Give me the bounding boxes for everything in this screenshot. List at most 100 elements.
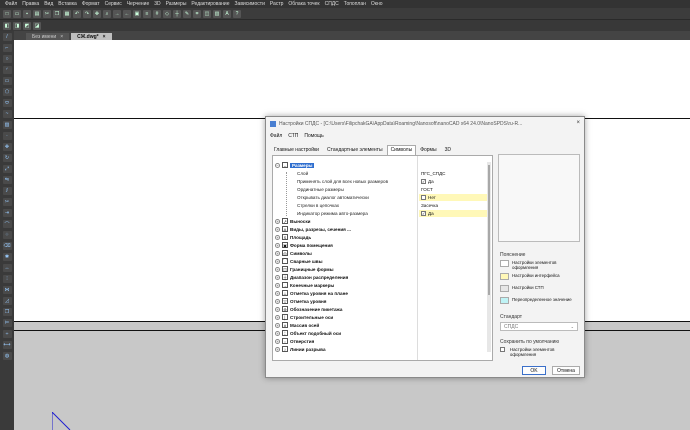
tab-symbols[interactable]: Символы [386,145,417,155]
tree-category[interactable]: + ⊕ Обозначение пикетажа [273,305,492,313]
zoom-icon[interactable]: ⌕ [103,9,111,18]
ok-button[interactable]: OK [522,366,546,375]
tab-sg-dwg[interactable]: СЖ.dwg* × [71,33,112,40]
expand-icon[interactable]: + [275,330,280,336]
property-row[interactable]: Стрелки в цепочках Засечка [273,201,492,209]
checkbox[interactable] [421,194,426,200]
spds-tool-4-icon[interactable]: ◪ [33,21,41,30]
menu-service[interactable]: Сервис [105,1,122,7]
help-icon[interactable]: ? [233,9,241,18]
tab-forms[interactable]: Формы [416,145,440,155]
expand-icon[interactable]: + [275,298,280,304]
property-row[interactable]: Открывать диалог автоматически Нет [273,193,492,201]
array-icon[interactable]: ⁘ [2,231,12,239]
chamfer-icon[interactable]: ◿ [2,297,12,305]
match-icon[interactable]: ✎ [183,9,191,18]
menu-edit[interactable]: Правка [22,1,39,7]
expand-icon[interactable]: + [275,346,280,352]
align-icon[interactable]: ⊨ [2,319,12,327]
stretch-icon[interactable]: ↔ [2,264,12,272]
tree-category[interactable]: + ≀ Линии разрыва [273,345,492,353]
tree-category[interactable]: + │ Строительные оси [273,313,492,321]
checkbox[interactable]: ✓ [421,178,426,184]
property-row[interactable]: Ординатные размеры ГОСТ [273,185,492,193]
expand-icon[interactable]: + [275,266,280,272]
menu-spds[interactable]: СПДС [325,1,339,7]
tree-category[interactable]: + # Массив осей [273,321,492,329]
layers-icon[interactable]: ≡ [143,9,151,18]
tree-category[interactable]: + ◌ Отверстия [273,337,492,345]
spds-tool-1-icon[interactable]: ◧ [3,21,11,30]
expand-icon[interactable]: + [275,234,280,240]
tree-category[interactable]: + ◫ Границные формы [273,265,492,273]
tree-category[interactable]: + ↗ Выноски [273,217,492,225]
extend-icon[interactable]: ⇥ [2,209,12,217]
tree-category[interactable]: + → Конечные маркеры [273,281,492,289]
expand-icon[interactable]: + [275,226,280,232]
dialog-menu-stp[interactable]: СТП [288,133,298,139]
arc-icon[interactable]: ◜ [2,66,12,74]
rotate-icon[interactable]: ↻ [2,154,12,162]
tree-category[interactable]: + ⊥ Отметка уровня на плане [273,289,492,297]
cut-icon[interactable]: ✂ [43,9,51,18]
menu-format[interactable]: Формат [82,1,100,7]
menu-point-clouds[interactable]: Облака точек [288,1,319,7]
expand-icon[interactable]: + [275,306,280,312]
checkbox[interactable] [500,347,505,352]
region-icon[interactable]: ◍ [2,352,12,360]
polygon-icon[interactable]: ⬠ [2,88,12,96]
expand-icon[interactable]: + [275,314,280,320]
close-icon[interactable]: × [103,34,106,40]
open-icon[interactable]: ▭ [13,9,21,18]
snap-icon[interactable]: ◇ [163,9,171,18]
tab-standard-elements[interactable]: Стандартные элементы [323,145,387,155]
redo-icon[interactable]: ↷ [83,9,91,18]
tree-category[interactable]: + ⌒ Сварные швы [273,257,492,265]
tree-category[interactable]: + ╎ Объект подобный оси [273,329,492,337]
expand-icon[interactable]: + [275,250,280,256]
save-icon[interactable]: ▪ [23,9,31,18]
spds-tool-2-icon[interactable]: ◨ [13,21,21,30]
expand-icon[interactable]: + [275,274,280,280]
property-value[interactable]: ✓ Да [419,178,489,185]
spds-tool-3-icon[interactable]: ◩ [23,21,31,30]
tree-category[interactable]: + ▣ Форма помещения [273,241,492,249]
undo-icon[interactable]: ↶ [73,9,81,18]
menu-constraints[interactable]: Зависимости [235,1,265,7]
divide-icon[interactable]: ÷ [2,330,12,338]
dialog-menu-help[interactable]: Помощь [304,133,323,139]
arrow-right-icon[interactable]: → [113,9,121,18]
new-icon[interactable]: □ [3,9,11,18]
tree-category-dimensions[interactable]: − ↔ Размеры [273,161,492,169]
move-icon[interactable]: ✥ [2,143,12,151]
tree-category[interactable]: + S Площадь [273,233,492,241]
fillet-icon[interactable]: ⌒ [2,220,12,228]
properties-icon[interactable]: ▣ [133,9,141,18]
text-icon[interactable]: A [223,9,231,18]
dialog-menu-file[interactable]: Файл [270,133,282,139]
expand-icon[interactable]: + [275,242,280,248]
tree-category[interactable]: + A Виды, разрезы, сечения ... [273,225,492,233]
tree-category[interactable]: + ◎ Символы [273,249,492,257]
spline-icon[interactable]: ~ [2,110,12,118]
expand-icon[interactable]: + [275,282,280,288]
tree-scrollbar-thumb[interactable] [488,165,490,295]
expand-icon[interactable]: + [275,322,280,328]
tree-category[interactable]: + ┼ Диапазон распределения [273,273,492,281]
hatch-icon[interactable]: ▨ [2,121,12,129]
break-icon[interactable]: ⫶ [2,275,12,283]
explode-icon[interactable]: ✱ [2,253,12,261]
mirror-icon[interactable]: ⇋ [2,176,12,184]
property-value[interactable]: Нет [419,193,489,201]
tab-3d[interactable]: 3D [441,145,455,155]
standard-select[interactable]: СПДС ⌄ [500,322,578,331]
checkbox[interactable]: ✓ [421,210,426,216]
property-row[interactable]: Индикатор режима авто-размера ✓ Да [273,209,492,217]
offset-icon[interactable]: ⫽ [2,187,12,195]
polyline-icon[interactable]: ⌐ [2,44,12,52]
table-icon[interactable]: ▥ [213,9,221,18]
ortho-icon[interactable]: ┼ [173,9,181,18]
erase-icon[interactable]: ⌫ [2,242,12,250]
circle-icon[interactable]: ○ [2,55,12,63]
property-row[interactable]: Слой ПГС_СПДС [273,169,492,177]
